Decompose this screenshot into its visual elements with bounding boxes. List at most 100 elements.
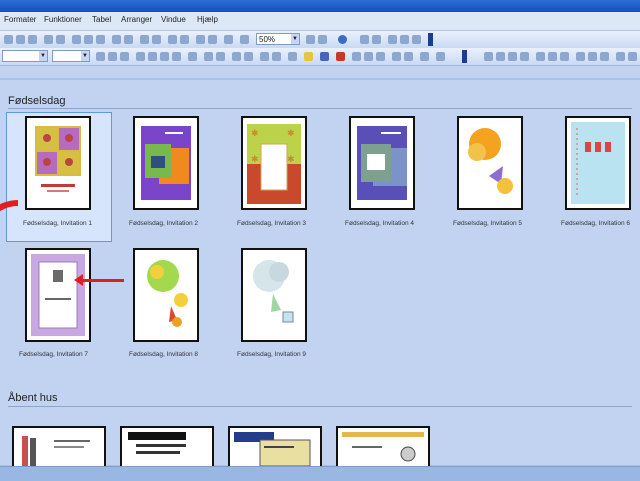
grid-icon[interactable] [224, 35, 233, 44]
pilcrow-icon[interactable] [240, 35, 249, 44]
open-icon[interactable] [16, 35, 25, 44]
chevron-down-icon[interactable]: ▼ [81, 51, 89, 61]
task-pane-header [0, 66, 640, 78]
help-icon[interactable] [338, 35, 347, 44]
line-color-icon[interactable] [320, 52, 329, 61]
template-thumbnail-open-house-2[interactable] [120, 426, 214, 466]
page-icon[interactable] [560, 52, 569, 61]
font-size-icon[interactable] [260, 52, 269, 61]
align-icon[interactable] [400, 35, 409, 44]
section-title-open-house: Åbent hus [8, 392, 58, 404]
template-caption-9: Fødselsdag, Invitation 9 [237, 351, 307, 358]
template-thumbnail-2[interactable] [133, 116, 199, 210]
template-thumbnail-open-house-3[interactable] [228, 426, 322, 466]
menu-hjaelp[interactable]: Hjælp [197, 15, 218, 24]
cut-icon[interactable] [72, 35, 81, 44]
template-thumbnail-1[interactable] [25, 116, 91, 210]
columns-icon[interactable] [168, 35, 177, 44]
justify-icon[interactable] [172, 52, 181, 61]
page-icon[interactable] [496, 52, 505, 61]
undo-icon[interactable] [112, 35, 121, 44]
align-icon[interactable] [388, 35, 397, 44]
template-caption-2: Fødselsdag, Invitation 2 [129, 220, 199, 227]
save-icon[interactable] [28, 35, 37, 44]
preview-icon[interactable] [56, 35, 65, 44]
increase-indent-icon[interactable] [244, 52, 253, 61]
new-icon[interactable] [4, 35, 13, 44]
template-thumbnail-7[interactable] [25, 248, 91, 342]
wrap-icon[interactable] [420, 52, 429, 61]
decrease-indent-icon[interactable] [232, 52, 241, 61]
3d-icon[interactable] [404, 52, 413, 61]
text-direction-icon[interactable] [288, 52, 297, 61]
menu-formater[interactable]: Formater [4, 15, 36, 24]
page-icon[interactable] [536, 52, 545, 61]
table-icon[interactable] [152, 35, 161, 44]
paste-icon[interactable] [96, 35, 105, 44]
format-icon[interactable] [372, 35, 381, 44]
hyperlink-icon[interactable] [140, 35, 149, 44]
redo-icon[interactable] [124, 35, 133, 44]
align-right-icon[interactable] [160, 52, 169, 61]
font-size-icon[interactable] [272, 52, 281, 61]
align-icon[interactable] [412, 35, 421, 44]
template-thumbnail-3[interactable]: ✱ ✱ ✱ ✱ [241, 116, 307, 210]
italic-icon[interactable] [108, 52, 117, 61]
bold-icon[interactable] [96, 52, 105, 61]
template-thumbnail-open-house-4[interactable] [336, 426, 430, 466]
standard-toolbar: 50% ▼ [0, 31, 640, 49]
menu-arranger[interactable]: Arranger [121, 15, 152, 24]
drawing-icon[interactable] [180, 35, 189, 44]
page-icon[interactable] [484, 52, 493, 61]
style-select[interactable]: ▼ [2, 50, 48, 62]
line-style-icon[interactable] [352, 52, 361, 61]
bullets-icon[interactable] [216, 52, 225, 61]
template-thumbnail-5[interactable] [457, 116, 523, 210]
toolbar-grip-end[interactable] [428, 33, 433, 46]
zoom-select[interactable]: 50% ▼ [256, 33, 300, 45]
formatting-toolbar: ▼ ▼ [0, 48, 640, 66]
template-thumbnail-8[interactable] [133, 248, 199, 342]
numbering-icon[interactable] [204, 52, 213, 61]
menu-bar: Formater Funktioner Tabel Arranger Vindu… [0, 12, 640, 31]
align-center-icon[interactable] [148, 52, 157, 61]
page-icon[interactable] [600, 52, 609, 61]
page-icon[interactable] [588, 52, 597, 61]
line-spacing-icon[interactable] [188, 52, 197, 61]
chevron-down-icon[interactable]: ▼ [291, 34, 299, 44]
menu-tabel[interactable]: Tabel [92, 15, 111, 24]
zoom-in-icon[interactable] [318, 35, 327, 44]
underline-icon[interactable] [120, 52, 129, 61]
page-icon[interactable] [576, 52, 585, 61]
page-icon[interactable] [508, 52, 517, 61]
menu-funktioner[interactable]: Funktioner [44, 15, 82, 24]
chevron-down-icon[interactable]: ▼ [39, 51, 47, 61]
font-color-icon[interactable] [336, 52, 345, 61]
svg-text:✱: ✱ [251, 154, 259, 164]
align-left-icon[interactable] [136, 52, 145, 61]
template-thumbnail-open-house-1[interactable] [12, 426, 106, 466]
format-icon[interactable] [360, 35, 369, 44]
font-select[interactable]: ▼ [52, 50, 90, 62]
menu-vindue[interactable]: Vindue [161, 15, 186, 24]
arrow-style-icon[interactable] [376, 52, 385, 61]
template-thumbnail-6[interactable] [565, 116, 631, 210]
dash-style-icon[interactable] [364, 52, 373, 61]
zoom-in-icon[interactable] [208, 35, 217, 44]
page-icon[interactable] [616, 52, 625, 61]
print-icon[interactable] [44, 35, 53, 44]
page-icon[interactable] [520, 52, 529, 61]
shadow-icon[interactable] [392, 52, 401, 61]
template-thumbnail-4[interactable] [349, 116, 415, 210]
page-icon[interactable] [628, 52, 637, 61]
page-icon[interactable] [548, 52, 557, 61]
wrap-icon[interactable] [436, 52, 445, 61]
template-thumbnail-9[interactable] [241, 248, 307, 342]
toolbar-grip-end[interactable] [462, 50, 467, 63]
copy-icon[interactable] [84, 35, 93, 44]
template-caption-7: Fødselsdag, Invitation 7 [19, 351, 89, 358]
zoom-out-icon[interactable] [306, 35, 315, 44]
template-caption-6: Fødselsdag, Invitation 6 [561, 220, 631, 227]
zoom-out-icon[interactable] [196, 35, 205, 44]
fill-color-icon[interactable] [304, 52, 313, 61]
